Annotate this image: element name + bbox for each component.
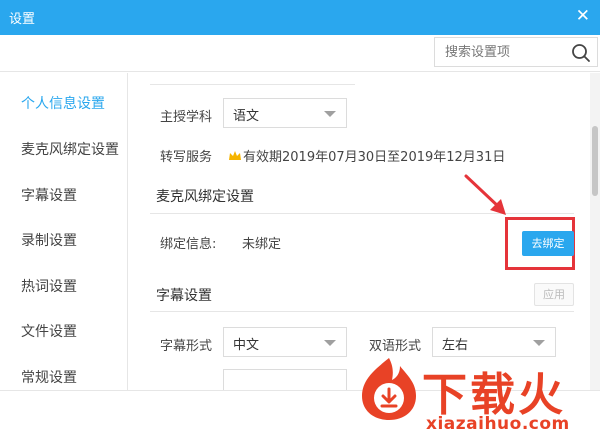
subtitle-section-divider bbox=[150, 311, 574, 312]
subtitle-form-value: 中文 bbox=[233, 338, 260, 353]
search-icon[interactable] bbox=[571, 43, 591, 63]
sidebar-item-subtitle[interactable]: 字幕设置 bbox=[21, 185, 77, 205]
service-label: 转写服务 bbox=[160, 150, 213, 165]
top-divider bbox=[150, 84, 355, 85]
scrollbar-thumb[interactable] bbox=[592, 126, 598, 196]
search-bar bbox=[0, 35, 600, 72]
watermark-domain: xiazaihuo.com bbox=[426, 414, 570, 434]
title-bar: 设置 ✕ bbox=[0, 0, 600, 35]
subtitle-form-label: 字幕形式 bbox=[160, 339, 213, 354]
sidebar-item-hotwords[interactable]: 热词设置 bbox=[21, 276, 77, 296]
close-icon[interactable]: ✕ bbox=[576, 6, 590, 26]
window-title: 设置 bbox=[9, 12, 36, 27]
watermark: 下载火 xiazaihuo.com bbox=[350, 350, 600, 439]
sidebar-item-personal-info[interactable]: 个人信息设置 bbox=[21, 93, 105, 113]
subtitle-section-title: 字幕设置 bbox=[156, 288, 212, 304]
search-input[interactable] bbox=[436, 39, 568, 65]
sidebar-item-recording[interactable]: 录制设置 bbox=[21, 230, 77, 250]
mic-section-title: 麦克风绑定设置 bbox=[156, 189, 254, 205]
bind-info-label: 绑定信息: bbox=[160, 237, 217, 252]
sidebar-item-file[interactable]: 文件设置 bbox=[21, 321, 77, 341]
arrow-icon bbox=[464, 174, 506, 215]
subject-label: 主授学科 bbox=[160, 110, 213, 125]
apply-button[interactable]: 应用 bbox=[534, 283, 574, 306]
bind-button[interactable]: 去绑定 bbox=[522, 231, 574, 256]
sidebar: 个人信息设置 麦克风绑定设置 字幕设置 录制设置 热词设置 文件设置 常规设置 bbox=[0, 73, 128, 390]
scrollbar[interactable] bbox=[590, 73, 600, 390]
settings-content: 主授学科 语文 转写服务 有效期2019年07月30日至2019年12月31日 … bbox=[128, 73, 590, 390]
download-logo-icon bbox=[362, 358, 416, 420]
sidebar-item-general[interactable]: 常规设置 bbox=[21, 367, 77, 387]
caret-down-icon bbox=[533, 340, 545, 346]
search-box bbox=[434, 37, 598, 67]
caret-down-icon bbox=[324, 340, 336, 346]
crown-icon bbox=[229, 151, 241, 160]
partial-select[interactable] bbox=[223, 369, 347, 390]
subtitle-form-select[interactable]: 中文 bbox=[223, 327, 347, 357]
caret-down-icon bbox=[324, 111, 336, 117]
bind-info-value: 未绑定 bbox=[242, 237, 282, 252]
sidebar-item-mic-binding[interactable]: 麦克风绑定设置 bbox=[21, 139, 119, 159]
subject-select[interactable]: 语文 bbox=[223, 98, 347, 128]
subject-select-value: 语文 bbox=[233, 109, 260, 124]
service-validity: 有效期2019年07月30日至2019年12月31日 bbox=[243, 150, 506, 165]
